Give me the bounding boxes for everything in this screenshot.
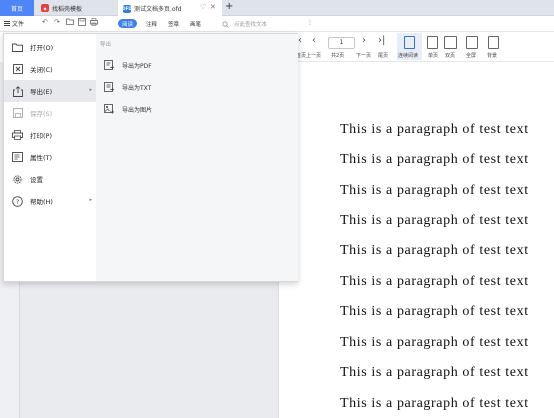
fullscreen-icon[interactable]	[466, 36, 478, 49]
tab-annotate[interactable]: 注释	[146, 20, 157, 28]
page-number-input[interactable]: 1	[328, 37, 355, 49]
hamburger-icon	[4, 21, 10, 26]
menu-item-export[interactable]: 导出(E) ▸	[4, 80, 96, 102]
app-window: 首页 ◆ 找稻壳模板 OFD 测试文档多页.ofd ♡ ✕ + 文件 ↶ ↷ 阅…	[0, 0, 554, 418]
file-menu-button[interactable]: 文件	[4, 19, 24, 28]
fullscreen-button[interactable]: 全屏	[466, 52, 476, 59]
text-line: This is a paragraph of test text	[340, 304, 529, 319]
export-icon	[12, 85, 23, 97]
text-line: This is a paragraph of test text	[340, 152, 529, 167]
text-line: This is a paragraph of test text	[340, 365, 529, 380]
text-line: This is a paragraph of test text	[340, 396, 529, 411]
last-page-arrow-icon[interactable]: ›|	[378, 35, 385, 46]
tab-read[interactable]: 阅读	[118, 19, 137, 28]
save-icon	[12, 108, 23, 119]
close-box-icon	[12, 64, 23, 75]
save-quick-icon[interactable]	[78, 18, 86, 28]
export-image-label: 导出为图片	[122, 106, 153, 114]
last-page-button[interactable]: 尾页	[378, 52, 388, 59]
menu-item-label: 导出(E)	[30, 88, 53, 96]
menu-item-label: 打印(P)	[30, 132, 52, 140]
search-placeholder: 点此查找文本	[234, 22, 268, 28]
menu-item-help[interactable]: ? 帮助(H) ▸	[4, 190, 96, 212]
menu-item-label: 关闭(C)	[30, 66, 53, 74]
tab-template[interactable]: ◆ 找稻壳模板	[36, 0, 118, 16]
docer-logo-icon: ◆	[41, 4, 49, 12]
continuous-read-button[interactable]: 连续阅读	[398, 52, 418, 59]
next-page-arrow-icon[interactable]: ›	[362, 35, 366, 46]
ofd-file-icon: OFD	[122, 4, 132, 13]
text-line: This is a paragraph of test text	[340, 335, 529, 350]
tab-home[interactable]: 首页	[0, 0, 34, 16]
single-page-icon[interactable]	[427, 36, 438, 49]
tab-read-label: 阅读	[121, 21, 133, 28]
export-image-item[interactable]: 导出为图片	[104, 103, 152, 115]
file-menu-label: 文件	[12, 21, 25, 28]
background-button[interactable]: 背景	[487, 52, 497, 59]
pdf-export-icon	[104, 60, 114, 70]
tab-bar: 首页 ◆ 找稻壳模板 OFD 测试文档多页.ofd ♡ ✕ +	[0, 0, 554, 17]
menu-item-label: 打开(O)	[30, 44, 54, 52]
double-page-icon[interactable]	[444, 36, 457, 49]
close-tab-icon[interactable]: ✕	[210, 3, 216, 11]
background-icon[interactable]	[488, 36, 499, 49]
export-txt-item[interactable]: 导出为TXT	[104, 81, 151, 93]
continuous-read-icon[interactable]	[404, 36, 415, 49]
svg-text:?: ?	[16, 198, 19, 206]
prev-page-arrow-icon[interactable]: ‹	[312, 35, 316, 46]
tab-document-label: 测试文档多页.ofd	[134, 6, 182, 13]
tab-sign[interactable]: 签章	[168, 20, 179, 28]
tab-home-label: 首页	[10, 5, 23, 13]
open-folder-icon[interactable]	[66, 18, 74, 27]
export-pdf-item[interactable]: 导出为PDF	[104, 59, 152, 71]
menu-item-print[interactable]: 打印(P)	[4, 124, 96, 146]
submenu-title: 导出	[100, 42, 112, 48]
menu-item-settings[interactable]: 设置	[4, 168, 96, 190]
text-line: This is a paragraph of test text	[340, 274, 529, 289]
menu-item-label: 属性(T)	[30, 154, 53, 162]
tab-draw[interactable]: 画笔	[190, 20, 201, 28]
prev-page-button[interactable]: 上一页	[306, 52, 321, 59]
folder-icon	[12, 42, 23, 53]
txt-export-icon	[104, 82, 114, 92]
properties-icon	[12, 152, 23, 163]
first-page-arrow-icon[interactable]: ‹	[298, 35, 302, 46]
printer-icon	[12, 130, 23, 141]
text-line: This is a paragraph of test text	[340, 122, 529, 137]
export-txt-label: 导出为TXT	[122, 84, 152, 92]
submenu-arrow-icon: ▸	[89, 197, 92, 203]
double-page-button[interactable]: 双页	[445, 52, 455, 59]
pin-tab-icon[interactable]: ♡	[200, 3, 206, 11]
next-page-button[interactable]: 下一页	[356, 52, 371, 59]
export-submenu	[96, 34, 298, 281]
text-line: This is a paragraph of test text	[340, 183, 529, 198]
undo-icon[interactable]: ↶	[42, 18, 48, 26]
print-quick-icon[interactable]	[90, 18, 98, 28]
text-line: This is a paragraph of test text	[340, 213, 529, 228]
menu-row: 文件 ↶ ↷ 阅读 注释 签章 画笔 点此查找文本 ⋮	[0, 16, 554, 32]
text-line: This is a paragraph of test text	[340, 243, 529, 258]
redo-icon[interactable]: ↷	[54, 18, 60, 26]
new-tab-button[interactable]: +	[225, 1, 233, 12]
menu-item-label: 帮助(H)	[30, 198, 53, 206]
file-menu-list: 打开(O) 关闭(C) 导出(E) ▸ 保存(S) 打印(P) 属性(T) 设置…	[4, 34, 96, 281]
submenu-arrow-icon: ▸	[89, 87, 92, 93]
gear-icon	[12, 174, 23, 185]
help-icon: ?	[12, 195, 23, 207]
menu-item-open[interactable]: 打开(O)	[4, 36, 96, 58]
tab-template-label: 找稻壳模板	[52, 5, 83, 13]
more-options-icon[interactable]: ⋮	[307, 19, 313, 26]
image-export-icon	[104, 104, 114, 114]
menu-item-label: 设置	[30, 176, 43, 184]
search-input[interactable]: 点此查找文本	[222, 20, 267, 28]
single-page-button[interactable]: 单页	[428, 52, 438, 59]
menu-item-save[interactable]: 保存(S)	[4, 102, 96, 124]
menu-item-label: 保存(S)	[30, 110, 53, 118]
export-pdf-label: 导出为PDF	[122, 62, 152, 70]
tab-document[interactable]: OFD 测试文档多页.ofd	[118, 0, 222, 17]
menu-item-close[interactable]: 关闭(C)	[4, 58, 96, 80]
menu-item-properties[interactable]: 属性(T)	[4, 146, 96, 168]
search-icon	[222, 20, 229, 28]
all-pages-label: 共2页	[331, 53, 345, 59]
